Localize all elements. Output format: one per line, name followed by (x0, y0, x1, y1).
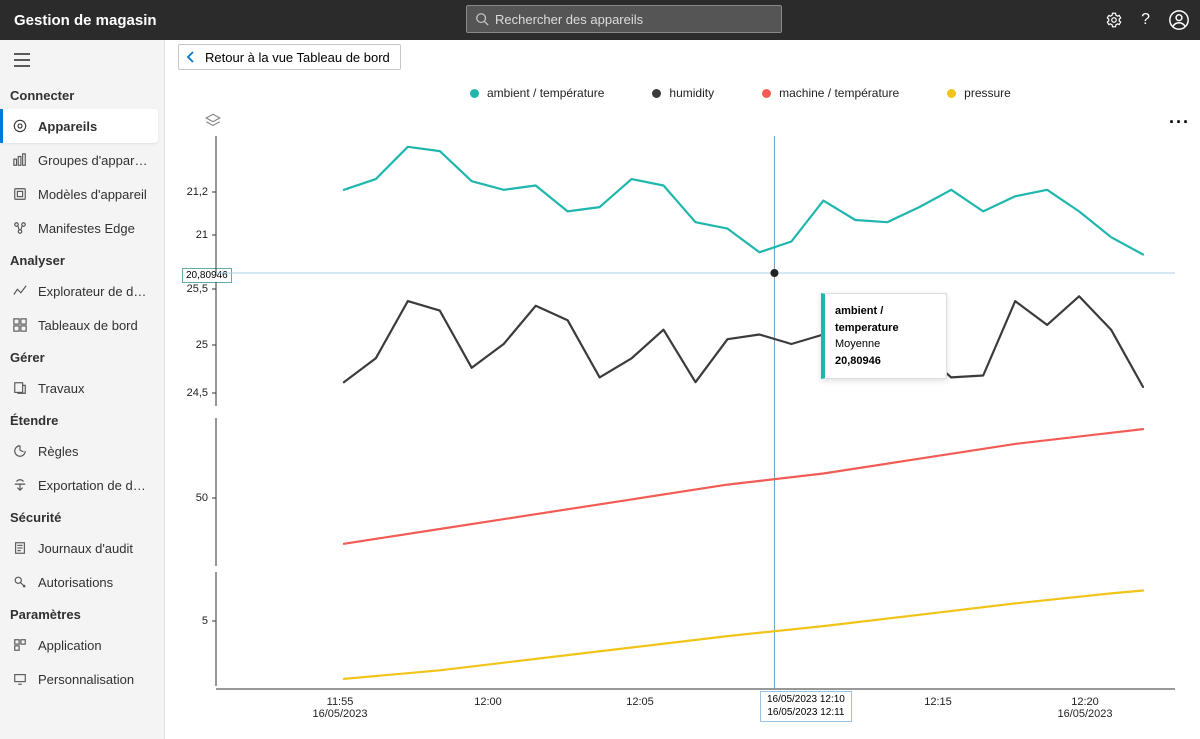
account-icon[interactable] (1168, 9, 1190, 31)
sidebar-item-appareils[interactable]: Appareils (0, 109, 158, 143)
x-tick: 12:15 (908, 696, 968, 708)
jobs-icon (12, 380, 28, 396)
chart-svg (180, 106, 1185, 716)
sidebar: Connecter Appareils Groupes d'appareils … (0, 40, 165, 739)
sidebar-item-application[interactable]: Application (0, 628, 164, 662)
sidebar-item-groupes[interactable]: Groupes d'appareils (0, 143, 164, 177)
explore-icon (12, 283, 28, 299)
legend-item[interactable]: humidity (652, 86, 714, 100)
search-icon (475, 12, 489, 26)
legend-label: machine / température (779, 86, 899, 100)
sidebar-item-label: Manifestes Edge (38, 221, 135, 236)
x-tick: 12:00 (458, 696, 518, 708)
hamburger-icon[interactable] (0, 40, 164, 80)
manifest-icon (12, 220, 28, 236)
legend-label: humidity (669, 86, 714, 100)
legend-label: pressure (964, 86, 1011, 100)
sidebar-item-personnalisation[interactable]: Personnalisation (0, 662, 164, 696)
y-tick: 50 (196, 492, 208, 504)
x-tick: 12:2016/05/2023 (1055, 696, 1115, 720)
sidebar-item-modeles[interactable]: Modèles d'appareil (0, 177, 164, 211)
settings-icon[interactable] (1105, 11, 1123, 29)
sidebar-section-etendre: Étendre (0, 405, 164, 434)
y-tick: 24,5 (187, 387, 208, 399)
sidebar-item-label: Appareils (38, 119, 97, 134)
x-tick: 11:5516/05/2023 (310, 696, 370, 720)
export-icon (12, 477, 28, 493)
sidebar-item-label: Travaux (38, 381, 84, 396)
y-tick: 21,2 (187, 186, 208, 198)
sidebar-item-label: Modèles d'appareil (38, 187, 147, 202)
template-icon (12, 186, 28, 202)
topbar: Gestion de magasin Rechercher des appare… (0, 0, 1200, 40)
chart-area[interactable]: ··· 21,2 21 25,5 25 24,5 50 5 11:5516/05… (180, 106, 1185, 716)
y-tick: 5 (202, 615, 208, 627)
y-tick: 21 (196, 229, 208, 241)
chart-legend: ambient / température humidity machine /… (470, 86, 1011, 100)
sidebar-item-label: Personnalisation (38, 672, 134, 687)
sidebar-item-label: Explorateur de données (38, 284, 148, 299)
sidebar-item-regles[interactable]: Règles (0, 434, 164, 468)
sidebar-section-securite: Sécurité (0, 502, 164, 531)
sidebar-item-label: Application (38, 638, 102, 653)
sidebar-section-gerer: Gérer (0, 342, 164, 371)
sidebar-item-explorateur[interactable]: Explorateur de données (0, 274, 164, 308)
sidebar-item-label: Règles (38, 444, 78, 459)
legend-item[interactable]: machine / température (762, 86, 899, 100)
tooltip-title: ambient / temperature (835, 303, 936, 336)
legend-dot (652, 89, 661, 98)
sidebar-item-label: Autorisations (38, 575, 113, 590)
tooltip-value: 20,80946 (835, 353, 936, 370)
search-input[interactable]: Rechercher des appareils (466, 5, 782, 33)
sidebar-section-connecter: Connecter (0, 80, 164, 109)
help-icon[interactable]: ? (1141, 11, 1150, 29)
sidebar-item-label: Exportation de don... (38, 478, 148, 493)
audit-icon (12, 540, 28, 556)
sidebar-item-autorisations[interactable]: Autorisations (0, 565, 164, 599)
legend-item[interactable]: ambient / température (470, 86, 604, 100)
sidebar-item-manifestes[interactable]: Manifestes Edge (0, 211, 164, 245)
device-icon (12, 118, 28, 134)
legend-item[interactable]: pressure (947, 86, 1011, 100)
chart-tooltip: ambient / temperature Moyenne 20,80946 (821, 293, 947, 379)
sidebar-item-label: Groupes d'appareils (38, 153, 148, 168)
permissions-icon (12, 574, 28, 590)
application-icon (12, 637, 28, 653)
sidebar-section-parametres: Paramètres (0, 599, 164, 628)
x-flag-line: 16/05/2023 12:10 (767, 694, 845, 707)
personalize-icon (12, 671, 28, 687)
x-tick: 12:05 (610, 696, 670, 708)
chevron-left-icon (185, 51, 197, 63)
sidebar-item-journaux[interactable]: Journaux d'audit (0, 531, 164, 565)
sidebar-item-tableaux[interactable]: Tableaux de bord (0, 308, 164, 342)
rules-icon (12, 443, 28, 459)
back-button[interactable]: Retour à la vue Tableau de bord (178, 44, 401, 70)
x-axis-flag: 16/05/2023 12:10 16/05/2023 12:11 (760, 691, 852, 722)
sidebar-item-exportation[interactable]: Exportation de don... (0, 468, 164, 502)
group-icon (12, 152, 28, 168)
legend-dot (947, 89, 956, 98)
app-title: Gestion de magasin (14, 12, 157, 29)
search-placeholder: Rechercher des appareils (495, 12, 643, 27)
sidebar-item-travaux[interactable]: Travaux (0, 371, 164, 405)
legend-label: ambient / température (487, 86, 604, 100)
y-tick: 25,5 (187, 283, 208, 295)
y-tick: 25 (196, 339, 208, 351)
sidebar-item-label: Journaux d'audit (38, 541, 133, 556)
legend-dot (762, 89, 771, 98)
legend-dot (470, 89, 479, 98)
sidebar-section-analyser: Analyser (0, 245, 164, 274)
sidebar-item-label: Tableaux de bord (38, 318, 138, 333)
x-flag-line: 16/05/2023 12:11 (767, 707, 845, 720)
back-button-label: Retour à la vue Tableau de bord (205, 50, 390, 65)
tooltip-stat: Moyenne (835, 336, 936, 353)
dashboard-icon (12, 317, 28, 333)
